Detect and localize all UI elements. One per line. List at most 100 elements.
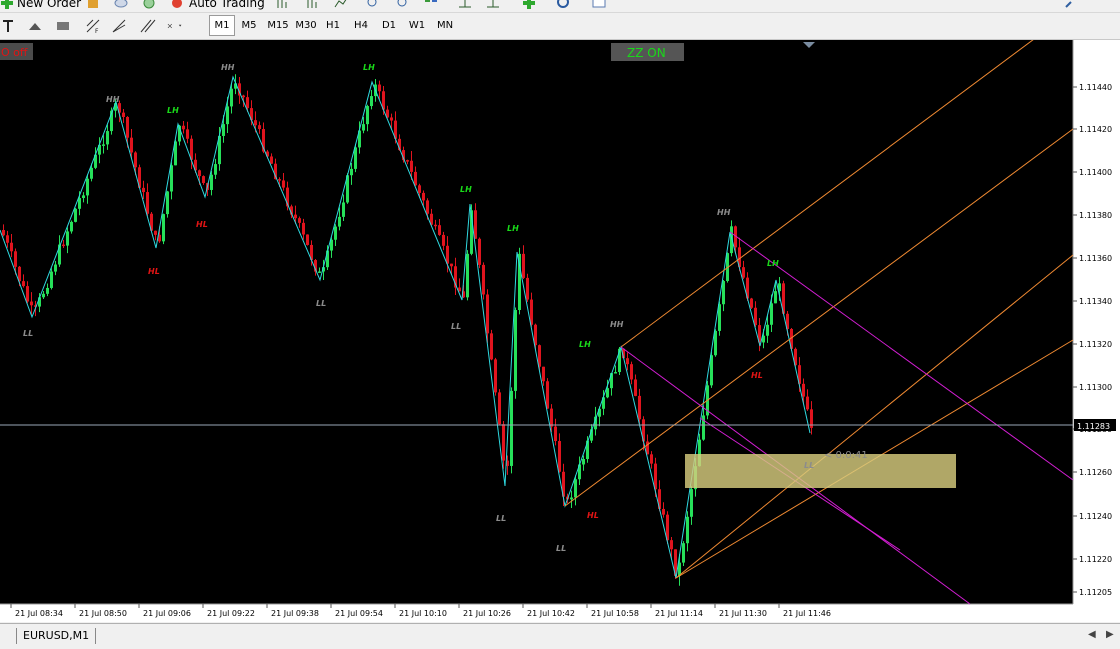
candle-body	[146, 192, 149, 214]
demand-zone-rectangle[interactable]	[685, 454, 956, 488]
tab-scroll-left-icon[interactable]: ◀	[1088, 629, 1096, 640]
price-label: 1.11420	[1079, 125, 1112, 134]
candle-body	[350, 168, 353, 176]
zigzag-label-lh: LH	[507, 224, 519, 233]
timeframe-mn[interactable]: MN	[432, 16, 458, 35]
timeframe-h4[interactable]: H4	[349, 16, 373, 35]
candle-body	[806, 396, 809, 410]
search-icon[interactable]	[1064, 0, 1078, 9]
chart-tab-bar: EURUSD,M1 ◀ ▶	[0, 623, 1120, 649]
channel-tool-icon[interactable]	[138, 17, 156, 35]
chart-line-icon[interactable]	[334, 0, 348, 9]
candle-body	[614, 372, 617, 374]
candle-body	[258, 125, 261, 130]
market-watch-icon[interactable]	[86, 0, 100, 9]
templates-icon[interactable]	[592, 0, 606, 9]
time-label: 21 Jul 11:46	[783, 609, 831, 618]
candle-body	[478, 238, 481, 265]
candle-body	[418, 185, 421, 193]
zoom-out-icon[interactable]	[396, 0, 410, 9]
timeframe-h1[interactable]: H1	[321, 16, 345, 35]
candle-body	[766, 324, 769, 336]
indicators-icon[interactable]	[522, 0, 536, 9]
candle-body	[450, 263, 453, 267]
candle-body	[126, 116, 129, 138]
chart-shift-icon[interactable]	[486, 0, 500, 9]
arrow-tool-icon[interactable]	[26, 17, 44, 35]
time-label: 21 Jul 09:22	[207, 609, 255, 618]
candle-body	[634, 379, 637, 396]
chart-candles-icon[interactable]	[306, 0, 320, 9]
candle-body	[542, 366, 545, 382]
candle-body	[294, 214, 297, 219]
candle-body	[242, 95, 245, 98]
timeframe-m5[interactable]: M5	[237, 16, 261, 35]
price-label: 1.11400	[1079, 168, 1112, 177]
candle-body	[62, 244, 65, 247]
new-order-button[interactable]: New Order	[17, 0, 81, 10]
periods-icon[interactable]	[556, 0, 570, 9]
timeframe-m30[interactable]: M30	[293, 16, 319, 35]
time-label: 21 Jul 10:26	[463, 609, 511, 618]
candle-body	[750, 298, 753, 308]
chart-bars-icon[interactable]	[276, 0, 290, 9]
cloud-icon[interactable]	[114, 0, 128, 9]
timeframe-d1[interactable]: D1	[377, 16, 401, 35]
scroll-chart-icon[interactable]	[458, 0, 472, 9]
candle-body	[342, 202, 345, 217]
price-label: 1.11440	[1079, 83, 1112, 92]
candle-body	[774, 291, 777, 304]
candle-body	[2, 230, 5, 236]
candle-body	[106, 131, 109, 145]
zigzag-label-hl: HL	[751, 371, 763, 380]
candle-body	[526, 277, 529, 300]
new-order-icon[interactable]	[0, 0, 14, 9]
timeframe-m1[interactable]: M1	[209, 15, 235, 36]
zigzag-label-ll: LL	[556, 544, 566, 553]
shapes-dropdown-icon[interactable]	[166, 17, 184, 35]
candle-body	[486, 294, 489, 334]
tab-eurusd-m1[interactable]: EURUSD,M1	[16, 628, 97, 644]
zigzag-label-hh: HH	[717, 208, 731, 217]
candle-body	[498, 392, 501, 425]
price-label: 1.11240	[1079, 512, 1112, 521]
candle-body	[270, 156, 273, 164]
timeframe-w1[interactable]: W1	[405, 16, 429, 35]
candle-body	[438, 225, 441, 235]
text-tool-icon[interactable]	[0, 17, 18, 35]
candle-body	[70, 221, 73, 232]
zigzag-label-lh: LH	[767, 259, 779, 268]
fibo-fan-tool-icon[interactable]	[110, 17, 128, 35]
candle-body	[370, 96, 373, 107]
candle-body	[558, 441, 561, 472]
zz-on-label: ZZ ON	[627, 46, 666, 60]
candle-body	[162, 214, 165, 242]
auto-trading-icon[interactable]	[170, 0, 184, 9]
candle-body	[686, 516, 689, 544]
zigzag-label-ll: LL	[496, 514, 506, 523]
candle-body	[730, 226, 733, 254]
timeframe-m15[interactable]: M15	[264, 16, 292, 35]
zoom-in-icon[interactable]	[366, 0, 380, 9]
auto-trading-button[interactable]: Auto Trading	[189, 0, 265, 10]
rectangle-tool-icon[interactable]	[54, 17, 72, 35]
candle-body	[638, 395, 641, 420]
candle-body	[522, 253, 525, 278]
candle-body	[214, 164, 217, 175]
candle-body	[6, 235, 9, 243]
candle-body	[690, 489, 693, 517]
candle-body	[74, 208, 77, 222]
strategy-tester-icon[interactable]	[142, 0, 156, 9]
candle-body	[230, 88, 233, 107]
zigzag-label-hl: HL	[148, 267, 160, 276]
tab-scroll-right-icon[interactable]: ▶	[1106, 629, 1114, 640]
price-chart[interactable]: HH LH HH LH LL HL HL LL LH LL LH LL LL HL LH HH HH LH HL LL…	[0, 40, 1120, 622]
time-label: 21 Jul 09:06	[143, 609, 191, 618]
candle-body	[494, 359, 497, 393]
price-label: 1.11320	[1079, 340, 1112, 349]
candle-body	[802, 383, 805, 397]
current-price-value: 1.11283	[1077, 422, 1110, 431]
tile-windows-icon[interactable]	[424, 0, 438, 9]
fibonacci-tool-icon[interactable]: F	[84, 17, 102, 35]
zigzag-label-ll: LL	[451, 322, 461, 331]
